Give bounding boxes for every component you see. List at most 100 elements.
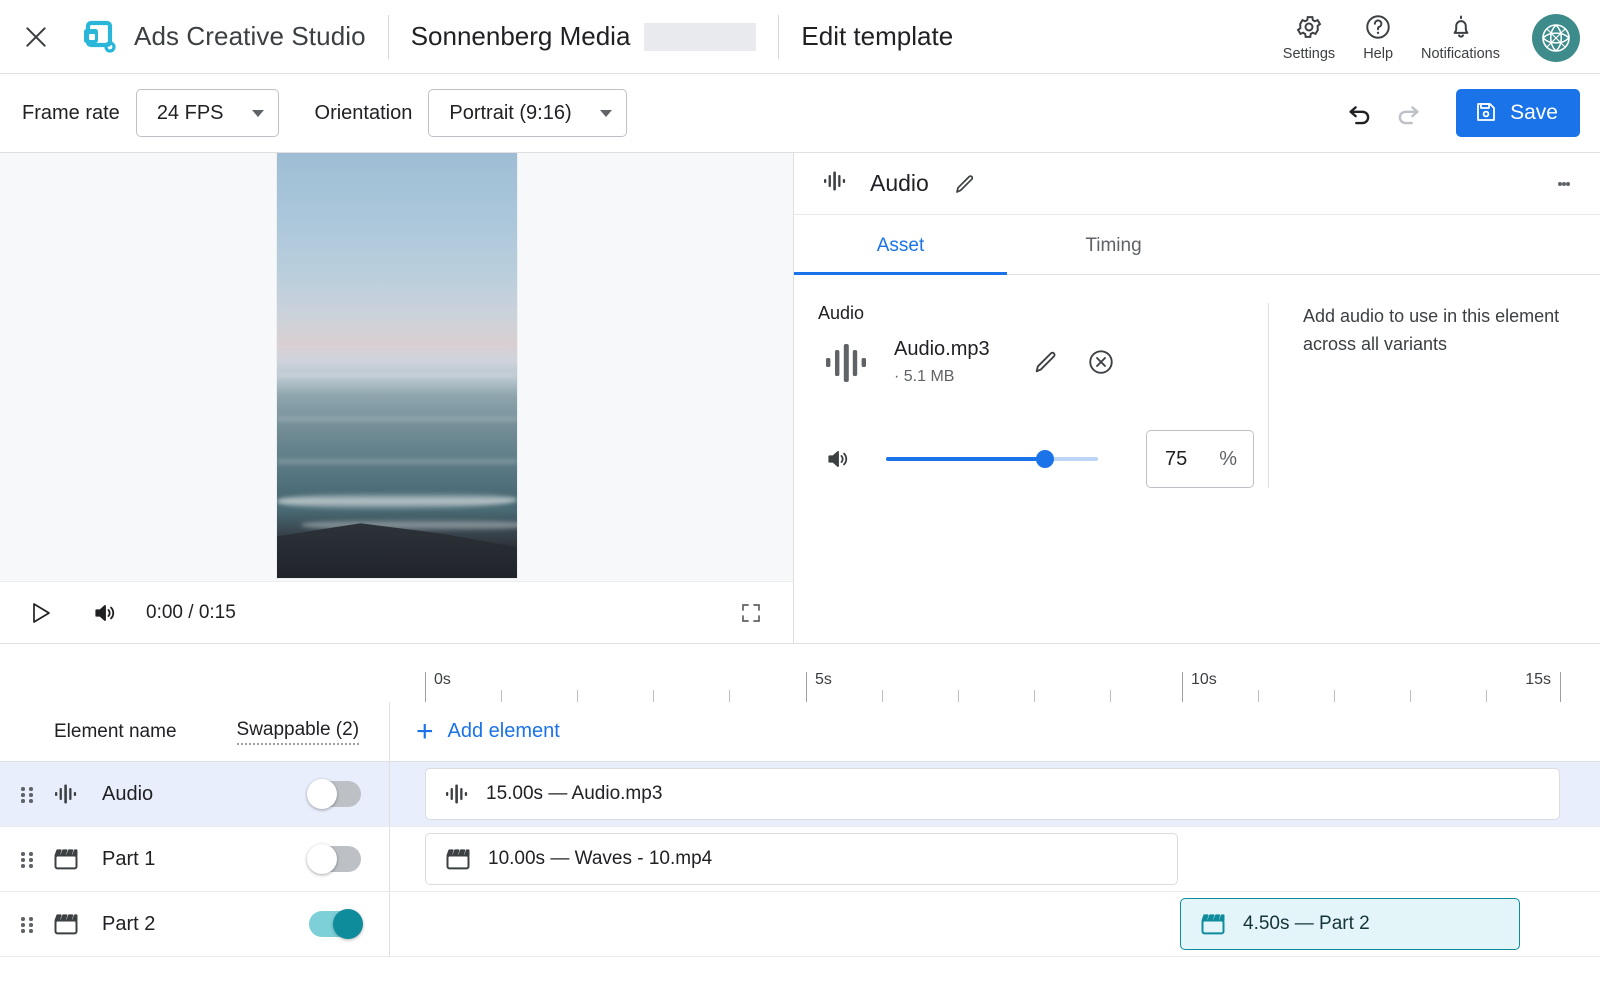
track-name-cell: Part 2 xyxy=(0,892,390,956)
preview-stage xyxy=(0,153,793,581)
preview-volume-icon[interactable] xyxy=(84,592,126,634)
frame-rate-select[interactable]: 24 FPS xyxy=(135,89,279,137)
ruler-minor-tick xyxy=(1486,690,1487,702)
swappable-toggle[interactable] xyxy=(307,779,361,809)
ruler-major-tick xyxy=(1560,672,1561,702)
chevron-down-icon xyxy=(251,109,264,117)
clapperboard-icon xyxy=(1199,910,1227,938)
ruler-tick-label: 15s xyxy=(1525,671,1551,688)
slider-fill xyxy=(886,457,1045,461)
ruler-minor-tick xyxy=(1258,690,1259,702)
add-element-label: Add element xyxy=(447,720,560,742)
more-vertical-icon[interactable] xyxy=(1544,164,1584,204)
drag-handle-icon[interactable] xyxy=(12,851,42,868)
wave-foam xyxy=(276,416,517,421)
ruler-minor-tick xyxy=(653,690,654,702)
account-avatar[interactable] xyxy=(1532,13,1580,62)
app-header: Ads Creative Studio Sonnenberg Media Edi… xyxy=(0,0,1600,74)
audio-waveform-icon xyxy=(818,339,874,385)
notifications-label: Notifications xyxy=(1421,45,1500,62)
ruler-tick-label: 5s xyxy=(815,671,832,688)
timeline-ruler[interactable]: 0s 5s 10s 15s xyxy=(0,644,1600,702)
timeline-clip[interactable]: 10.00s — Waves - 10.mp4 xyxy=(425,833,1178,885)
ruler-minor-tick xyxy=(882,690,883,702)
track-name: Part 1 xyxy=(102,847,156,870)
track-name-cell: Part 1 xyxy=(0,827,390,891)
volume-slider[interactable] xyxy=(886,450,1098,468)
pencil-icon[interactable] xyxy=(947,166,983,202)
ruler-tick-label: 10s xyxy=(1191,671,1217,688)
editor-toolbar: Frame rate 24 FPS Orientation Portrait (… xyxy=(0,74,1600,153)
chevron-down-icon xyxy=(599,109,612,117)
panel-title: Audio xyxy=(870,170,929,196)
clip-label: 4.50s — Part 2 xyxy=(1243,913,1370,934)
track-row[interactable]: Part 2 4.50s — Part 2 xyxy=(0,892,1600,957)
playback-time: 0:00 / 0:15 xyxy=(146,601,236,623)
drag-handle-icon[interactable] xyxy=(12,916,42,933)
notifications-button[interactable]: Notifications xyxy=(1407,12,1514,62)
clip-label: 15.00s — Audio.mp3 xyxy=(486,783,663,804)
add-element-button[interactable]: + Add element xyxy=(416,716,560,747)
track-name: Part 2 xyxy=(102,912,156,935)
ruler-minor-tick xyxy=(958,690,959,702)
help-circle-icon xyxy=(1364,12,1392,42)
redo-button[interactable] xyxy=(1384,89,1432,137)
help-button[interactable]: Help xyxy=(1349,12,1407,62)
asset-hint-text: Add audio to use in this element across … xyxy=(1303,306,1560,354)
panel-header: Audio xyxy=(794,153,1600,215)
asset-actions xyxy=(1032,347,1116,377)
toggle-knob xyxy=(333,909,363,939)
track-row[interactable]: Audio 15.00s — Audio.mp3 xyxy=(0,762,1600,827)
player-controls: 0:00 / 0:15 xyxy=(0,581,793,643)
close-icon[interactable] xyxy=(14,15,58,59)
orientation-value: Portrait (9:16) xyxy=(449,101,572,124)
orientation-select[interactable]: Portrait (9:16) xyxy=(428,89,627,137)
column-swappable[interactable]: Swappable (2) xyxy=(236,719,360,745)
video-preview-frame xyxy=(276,153,517,578)
ruler-minor-tick xyxy=(1410,690,1411,702)
timeline-clip[interactable]: 15.00s — Audio.mp3 xyxy=(425,768,1560,820)
gear-icon xyxy=(1295,12,1323,42)
asset-section-label: Audio xyxy=(818,303,865,323)
ruler-minor-tick xyxy=(729,690,730,702)
track-lane[interactable]: 4.50s — Part 2 xyxy=(390,892,1600,956)
wave-foam xyxy=(276,459,517,464)
account-name: Sonnenberg Media xyxy=(410,21,631,51)
track-lane[interactable]: 10.00s — Waves - 10.mp4 xyxy=(390,827,1600,891)
tab-asset-label: Asset xyxy=(876,235,925,256)
track-lane[interactable]: 15.00s — Audio.mp3 xyxy=(390,762,1600,826)
ruler-minor-tick xyxy=(577,690,578,702)
track-name-cell: Audio xyxy=(0,762,390,826)
asset-edit-pencil-icon[interactable] xyxy=(1032,348,1060,376)
audio-waveform-icon xyxy=(46,781,86,807)
tab-asset[interactable]: Asset xyxy=(794,215,1007,275)
percent-symbol: % xyxy=(1219,447,1237,470)
ruler-minor-tick xyxy=(1334,690,1335,702)
fullscreen-icon[interactable] xyxy=(731,593,771,633)
tab-timing[interactable]: Timing xyxy=(1007,215,1220,274)
swappable-toggle[interactable] xyxy=(309,909,363,939)
settings-button[interactable]: Settings xyxy=(1269,12,1349,62)
play-icon[interactable] xyxy=(20,592,62,634)
ruler-minor-tick xyxy=(1034,690,1035,702)
undo-button[interactable] xyxy=(1336,89,1384,137)
asset-hint: Add audio to use in this element across … xyxy=(1268,303,1588,488)
swappable-toggle[interactable] xyxy=(307,844,361,874)
save-disk-icon xyxy=(1474,100,1498,127)
timeline-column-headers: Element name Swappable (2) xyxy=(0,702,390,761)
slider-thumb[interactable] xyxy=(1036,450,1054,468)
toolbar-right-actions: Save xyxy=(1336,89,1580,137)
header-divider-2 xyxy=(778,14,780,59)
timeline-clip[interactable]: 4.50s — Part 2 xyxy=(1180,898,1520,950)
asset-remove-circle-icon[interactable] xyxy=(1086,347,1116,377)
save-button[interactable]: Save xyxy=(1456,89,1580,137)
frame-rate-value: 24 FPS xyxy=(156,101,224,124)
asset-size: · 5.1 MB xyxy=(894,368,955,385)
volume-percent-input[interactable]: 75 % xyxy=(1146,430,1254,488)
clapperboard-icon xyxy=(444,845,472,873)
drag-handle-icon[interactable] xyxy=(12,786,42,803)
wave-foam xyxy=(276,374,517,377)
track-row[interactable]: Part 1 10.00s — Waves - 10.mp4 xyxy=(0,827,1600,892)
track-name: Audio xyxy=(102,782,154,805)
column-element-name: Element name xyxy=(54,720,177,742)
